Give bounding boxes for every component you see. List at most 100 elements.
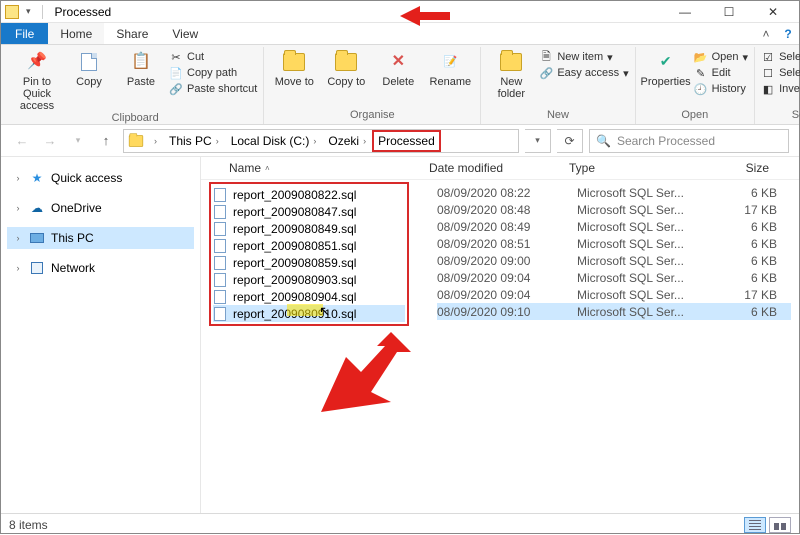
file-row[interactable]: report_2009080910.sql — [213, 305, 405, 322]
copy-icon — [76, 49, 102, 75]
sidebar-onedrive[interactable]: ›☁OneDrive — [7, 197, 194, 219]
cut-icon: ✂ — [169, 50, 183, 64]
file-type: Microsoft SQL Ser... — [577, 186, 707, 200]
breadcrumb-ozeki[interactable]: Ozeki› — [322, 130, 372, 152]
new-item-button[interactable]: 🗎New item ▾ — [539, 50, 628, 64]
col-date[interactable]: Date modified — [429, 161, 569, 175]
window-title: Processed — [51, 5, 112, 19]
tab-home[interactable]: Home — [48, 23, 104, 44]
pin-label: Pin to Quick access — [13, 76, 61, 112]
rename-button[interactable]: 📝 Rename — [426, 49, 474, 88]
maximize-button[interactable]: ☐ — [707, 1, 751, 23]
breadcrumb-thispc[interactable]: This PC› — [163, 130, 225, 152]
tab-view[interactable]: View — [160, 23, 210, 44]
nav-up-button[interactable]: ↑ — [95, 130, 117, 152]
pin-to-quick-access-button[interactable]: 📌 Pin to Quick access — [13, 49, 61, 112]
file-type: Microsoft SQL Ser... — [577, 254, 707, 268]
select-none-button[interactable]: ☐Select none — [761, 66, 800, 80]
breadcrumb-root[interactable]: › — [148, 130, 163, 152]
cut-button[interactable]: ✂Cut — [169, 50, 257, 64]
easy-access-button[interactable]: 🔗Easy access ▾ — [539, 66, 628, 80]
file-row[interactable]: report_2009080847.sql — [213, 203, 405, 220]
file-size: 6 KB — [707, 254, 777, 268]
file-type: Microsoft SQL Ser... — [577, 203, 707, 217]
col-name[interactable]: Name˄ — [209, 161, 429, 175]
file-row[interactable]: report_2009080904.sql — [213, 288, 405, 305]
file-row[interactable]: report_2009080822.sql — [213, 186, 405, 203]
invert-selection-icon: ◧ — [761, 82, 775, 96]
sidebar-this-pc[interactable]: ›This PC — [7, 227, 194, 249]
new-folder-icon — [498, 49, 524, 75]
file-row-meta: 08/09/2020 08:48Microsoft SQL Ser...17 K… — [437, 201, 791, 218]
file-name: report_2009080859.sql — [233, 256, 356, 270]
breadcrumb[interactable]: › This PC› Local Disk (C:)› Ozeki› Proce… — [123, 129, 519, 153]
copy-to-button[interactable]: Copy to — [322, 49, 370, 88]
select-all-icon: ☑ — [761, 50, 775, 64]
file-icon — [213, 222, 227, 236]
minimize-button[interactable]: — — [663, 1, 707, 23]
move-to-button[interactable]: Move to — [270, 49, 318, 88]
star-icon: ★ — [29, 171, 45, 185]
file-icon — [213, 256, 227, 270]
file-row[interactable]: report_2009080849.sql — [213, 220, 405, 237]
delete-button[interactable]: ✕ Delete — [374, 49, 422, 88]
file-icon — [213, 307, 227, 321]
file-name: report_2009080851.sql — [233, 239, 356, 253]
file-name: report_2009080904.sql — [233, 290, 356, 304]
select-all-button[interactable]: ☑Select all — [761, 50, 800, 64]
paste-shortcut-button[interactable]: 🔗Paste shortcut — [169, 82, 257, 96]
edit-button[interactable]: ✎Edit — [694, 66, 748, 80]
file-size: 6 KB — [707, 220, 777, 234]
properties-button[interactable]: ✔︎ Properties — [642, 49, 690, 88]
breadcrumb-processed[interactable]: Processed — [372, 130, 441, 152]
file-date: 08/09/2020 08:48 — [437, 203, 577, 217]
help-icon[interactable]: ? — [777, 23, 799, 44]
view-large-icons-button[interactable] — [769, 517, 791, 533]
select-none-icon: ☐ — [761, 66, 775, 80]
view-details-button[interactable] — [744, 517, 766, 533]
file-name: report_2009080822.sql — [233, 188, 356, 202]
nav-forward-button[interactable]: → — [39, 130, 61, 152]
file-row-meta: 08/09/2020 09:00Microsoft SQL Ser...6 KB — [437, 252, 791, 269]
tab-share[interactable]: Share — [104, 23, 160, 44]
copy-button[interactable]: Copy — [65, 49, 113, 88]
nav-back-button[interactable]: ← — [11, 130, 33, 152]
breadcrumb-localdisk[interactable]: Local Disk (C:)› — [225, 130, 323, 152]
file-row-meta: 08/09/2020 09:10Microsoft SQL Ser...6 KB — [437, 303, 791, 320]
nav-recent-dropdown[interactable]: ▾ — [67, 130, 89, 152]
new-folder-button[interactable]: New folder — [487, 49, 535, 100]
sidebar-quick-access[interactable]: ›★Quick access — [7, 167, 194, 189]
col-size[interactable]: Size — [699, 161, 769, 175]
copy-path-button[interactable]: 📄Copy path — [169, 66, 257, 80]
close-button[interactable]: ✕ — [751, 1, 795, 23]
sort-indicator-icon: ˄ — [265, 164, 270, 173]
file-row-meta: 08/09/2020 08:49Microsoft SQL Ser...6 KB — [437, 218, 791, 235]
group-select-label: Select — [761, 109, 800, 124]
file-type: Microsoft SQL Ser... — [577, 305, 707, 319]
collapse-ribbon-icon[interactable]: ˄ — [755, 23, 777, 44]
file-row[interactable]: report_2009080859.sql — [213, 254, 405, 271]
file-list[interactable]: Name˄ Date modified Type Size report_200… — [201, 157, 799, 513]
address-history-dropdown[interactable]: ▾ — [525, 129, 551, 153]
search-input[interactable]: 🔍 Search Processed — [589, 129, 789, 153]
history-button[interactable]: 🕘History — [694, 82, 748, 96]
file-size: 17 KB — [707, 288, 777, 302]
paste-shortcut-icon: 🔗 — [169, 82, 183, 96]
history-icon: 🕘 — [694, 82, 708, 96]
sidebar-network[interactable]: ›Network — [7, 257, 194, 279]
file-row[interactable]: report_2009080851.sql — [213, 237, 405, 254]
file-size: 6 KB — [707, 186, 777, 200]
refresh-button[interactable]: ⟳ — [557, 129, 583, 153]
file-row[interactable]: report_2009080903.sql — [213, 271, 405, 288]
open-button[interactable]: 📂Open ▾ — [694, 50, 748, 64]
paste-button[interactable]: 📋 Paste — [117, 49, 165, 88]
network-icon — [29, 261, 45, 275]
col-type[interactable]: Type — [569, 161, 699, 175]
file-menu[interactable]: File — [1, 23, 48, 44]
invert-selection-button[interactable]: ◧Invert selection — [761, 82, 800, 96]
file-size: 6 KB — [707, 271, 777, 285]
group-organise-label: Organise — [270, 109, 474, 124]
qat-dropdown-icon[interactable]: ▾ — [23, 6, 34, 17]
file-icon — [213, 205, 227, 219]
file-date: 08/09/2020 08:51 — [437, 237, 577, 251]
